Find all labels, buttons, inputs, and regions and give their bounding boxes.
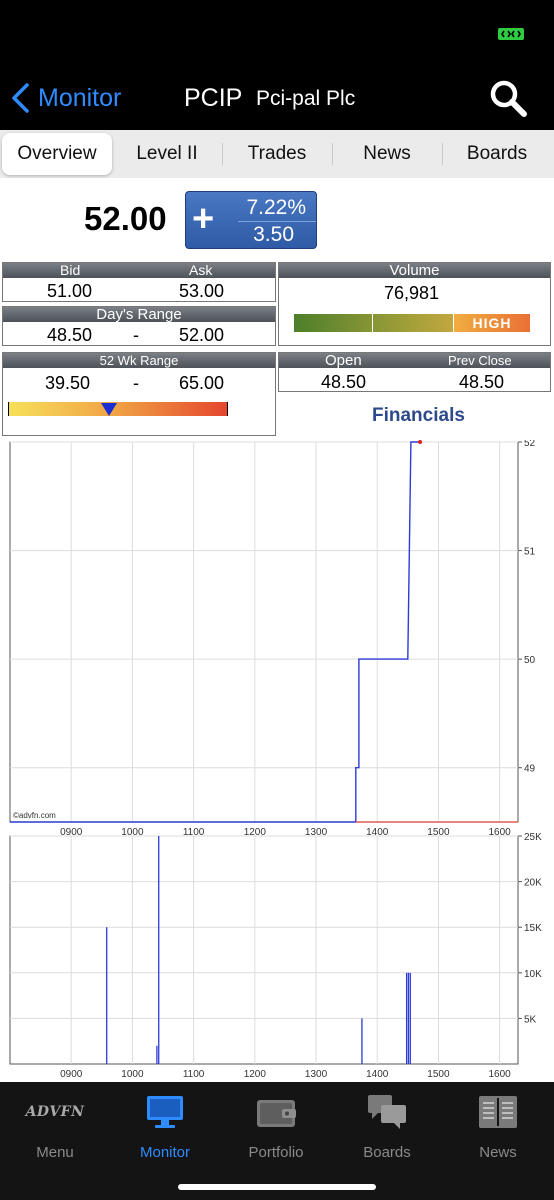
volume-chart-x-tick-label: 1300 <box>305 1069 328 1080</box>
volume-chart-y-tick-label: 5K <box>524 1014 537 1025</box>
days-range-high: 52.00 <box>179 325 225 345</box>
bottom-tab-bar: ADVFN Menu Monitor Portfolio Boards News <box>0 1082 554 1200</box>
bid-ask-panel: Bid Ask 51.00 53.00 <box>2 262 276 302</box>
nav-bar: Monitor PCIP Pci-pal Plc <box>0 60 554 130</box>
monitor-icon <box>147 1096 183 1128</box>
search-icon[interactable] <box>488 78 528 118</box>
stock-symbol: PCIP <box>184 84 243 112</box>
prev-close-value: 48.50 <box>459 372 505 392</box>
days-range-panel: Day's Range 48.50 - 52.00 <box>2 306 276 346</box>
chat-bubbles-icon <box>368 1095 406 1129</box>
tabbar-boards[interactable]: Boards <box>332 1092 442 1161</box>
volume-label: Volume <box>389 262 440 279</box>
week52-range-bar <box>8 402 228 416</box>
change-divider <box>238 221 316 222</box>
last-price-point <box>418 440 423 444</box>
change-sign: + <box>192 198 215 240</box>
price-chart-y-tick-label: 51 <box>524 547 536 558</box>
days-range-header: Day's Range <box>3 307 275 322</box>
tabbar-monitor[interactable]: Monitor <box>110 1092 220 1161</box>
open-prev-header: Open Prev Close <box>279 353 550 368</box>
bid-label: Bid <box>60 262 81 278</box>
wallet-icon <box>257 1100 296 1127</box>
volume-level-badge: HIGH <box>454 314 530 332</box>
advfn-logo: ADVFN <box>25 1104 85 1120</box>
intraday-chart: 0900 1000 1100 1200 1300 1400 1500 1600 49 50 51 52… <box>9 440 542 1080</box>
volume-chart-frame <box>9 835 519 1065</box>
open-value: 48.50 <box>321 372 367 392</box>
tabbar-news[interactable]: News <box>443 1092 553 1161</box>
volume-chart-y-tick-label: 15K <box>524 923 542 934</box>
change-box: + 7.22% 3.50 <box>185 191 317 249</box>
price-chart-y-tick-label: 50 <box>524 655 536 666</box>
volume-meter: HIGH <box>294 314 530 332</box>
bid-value: 51.00 <box>47 281 93 301</box>
volume-panel: Volume 76,981 <box>278 262 551 346</box>
tabbar-portfolio[interactable]: Portfolio <box>221 1092 331 1161</box>
volume-chart-x-tick-label: 1000 <box>121 1069 144 1080</box>
tab-level-ii[interactable]: Level II <box>112 133 222 175</box>
tabbar-monitor-label: Monitor <box>139 1144 191 1161</box>
tabbar-menu-label: Menu <box>36 1144 74 1161</box>
week52-separator: - <box>133 373 139 393</box>
week52-header: 52 Wk Range <box>3 353 275 368</box>
prev-close-label: Prev Close <box>448 353 512 368</box>
volume-chart-y-tick-label: 20K <box>524 878 542 889</box>
ask-label: Ask <box>189 262 213 278</box>
battery-icon <box>498 28 524 40</box>
volume-chart-x-tick-label: 1600 <box>489 1069 512 1080</box>
days-range-label: Day's Range <box>96 306 182 323</box>
week52-marker-icon <box>101 403 118 416</box>
financials-link[interactable]: Financials <box>372 405 465 427</box>
tab-news[interactable]: News <box>332 133 442 175</box>
tab-trades[interactable]: Trades <box>222 133 332 175</box>
volume-chart-x-tick-label: 1500 <box>427 1069 450 1080</box>
days-range-separator: - <box>133 325 139 345</box>
volume-chart-x-tick-label: 1400 <box>366 1069 389 1080</box>
company-name: Pci-pal Plc <box>256 87 356 110</box>
days-range-low: 48.50 <box>47 325 93 345</box>
newspaper-icon <box>479 1096 517 1128</box>
volume-value: 76,981 <box>384 283 440 303</box>
volume-chart-y-tick-label: 10K <box>524 969 542 980</box>
open-prev-panel: Open Prev Close 48.50 48.50 <box>278 352 551 392</box>
volume-chart-x-tick-label: 1100 <box>183 1069 205 1080</box>
home-indicator <box>178 1184 376 1190</box>
price-chart-y-tick-label: 52 <box>524 440 536 449</box>
tabbar-portfolio-label: Portfolio <box>248 1144 304 1161</box>
volume-chart-y-tick-label: 25K <box>524 832 542 843</box>
tabbar-boards-label: Boards <box>363 1144 411 1161</box>
back-button[interactable]: Monitor <box>10 80 121 116</box>
tab-boards[interactable]: Boards <box>442 133 552 175</box>
back-button-label: Monitor <box>38 83 122 112</box>
tabbar-menu[interactable]: ADVFN Menu <box>0 1092 110 1161</box>
change-absolute: 3.50 <box>253 223 294 246</box>
price-chart-frame <box>9 441 519 823</box>
chevron-left-icon <box>12 83 29 113</box>
watermark-label: ©advfn.com <box>13 811 56 820</box>
tabbar-news-label: News <box>479 1144 517 1161</box>
open-label: Open <box>325 352 362 369</box>
meter-divider <box>372 314 373 332</box>
volume-chart-x-tick-label: 1200 <box>244 1069 267 1080</box>
last-price: 52.00 <box>84 200 167 237</box>
change-percent: 7.22% <box>246 196 306 219</box>
price-chart-y-tick-label: 49 <box>524 764 536 775</box>
status-bar <box>0 0 554 60</box>
tab-overview[interactable]: Overview <box>2 133 112 175</box>
bid-ask-header: Bid Ask <box>3 263 275 278</box>
segmented-tabs: Overview Level II Trades News Boards <box>0 130 554 178</box>
week52-high: 65.00 <box>179 373 225 393</box>
week52-low: 39.50 <box>45 373 91 393</box>
volume-chart-x-tick-label: 0900 <box>60 1069 83 1080</box>
week52-label: 52 Wk Range <box>99 353 179 368</box>
volume-header: Volume <box>279 263 550 278</box>
ask-value: 53.00 <box>179 281 225 301</box>
week52-panel: 52 Wk Range 39.50 - 65.00 <box>2 352 276 436</box>
